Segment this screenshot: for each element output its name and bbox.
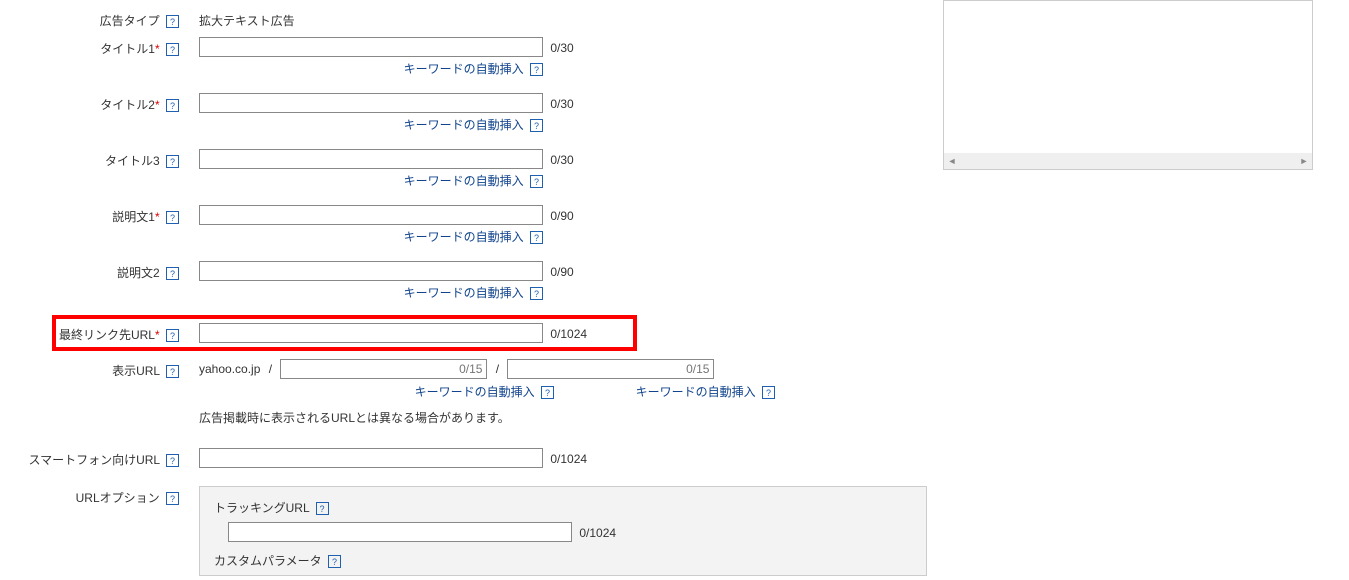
- desc1-row: 説明文1* ? 0/90 キーワードの自動挿入 ?: [0, 201, 940, 257]
- help-icon[interactable]: ?: [316, 502, 329, 515]
- title2-label: タイトル2: [100, 98, 155, 112]
- title1-input[interactable]: [199, 37, 543, 57]
- title1-counter: 0/30: [546, 41, 573, 55]
- title1-row: タイトル1* ? 0/30 キーワードの自動挿入 ?: [0, 33, 940, 89]
- desc1-counter: 0/90: [546, 209, 573, 223]
- keyword-insert-link[interactable]: キーワードの自動挿入: [404, 230, 524, 244]
- smartphone-url-label: スマートフォン向けURL: [28, 453, 159, 467]
- help-icon[interactable]: ?: [530, 63, 543, 76]
- ad-type-value: 拡大テキスト広告: [199, 9, 940, 29]
- scroll-right-icon[interactable]: ►: [1296, 153, 1312, 169]
- keyword-insert-link[interactable]: キーワードの自動挿入: [636, 385, 756, 399]
- slash-separator: /: [496, 362, 499, 376]
- url-options-panel: トラッキングURL ? 0/1024 カスタムパラメータ ?: [199, 486, 927, 576]
- help-icon[interactable]: ?: [166, 43, 179, 56]
- url-options-row: URLオプション ? トラッキングURL ? 0/1024 カスタムパラメータ …: [0, 482, 940, 580]
- desc2-counter: 0/90: [546, 265, 573, 279]
- help-icon[interactable]: ?: [530, 231, 543, 244]
- smartphone-url-row: スマートフォン向けURL ? 0/1024: [0, 444, 940, 472]
- display-url-row: 表示URL ? yahoo.co.jp / / キーワードの自動挿入 ? キーワ…: [0, 355, 940, 432]
- ad-type-label: 広告タイプ ?: [0, 9, 185, 29]
- help-icon[interactable]: ?: [166, 155, 179, 168]
- help-icon[interactable]: ?: [328, 555, 341, 568]
- desc1-label: 説明文1: [112, 210, 155, 224]
- required-mark: *: [155, 42, 160, 56]
- help-icon[interactable]: ?: [166, 329, 179, 342]
- keyword-insert-link[interactable]: キーワードの自動挿入: [404, 118, 524, 132]
- keyword-insert-link[interactable]: キーワードの自動挿入: [404, 174, 524, 188]
- title2-counter: 0/30: [546, 97, 573, 111]
- preview-scrollbar[interactable]: ◄ ►: [944, 153, 1312, 169]
- tracking-url-input[interactable]: [228, 522, 572, 542]
- required-mark: *: [155, 98, 160, 112]
- title3-counter: 0/30: [546, 153, 573, 167]
- custom-param-label: カスタムパラメータ: [214, 554, 322, 568]
- final-url-label: 最終リンク先URL: [59, 328, 155, 342]
- help-icon[interactable]: ?: [166, 492, 179, 505]
- help-icon[interactable]: ?: [166, 15, 179, 28]
- required-mark: *: [155, 328, 160, 342]
- scroll-left-icon[interactable]: ◄: [944, 153, 960, 169]
- title2-row: タイトル2* ? 0/30 キーワードの自動挿入 ?: [0, 89, 940, 145]
- display-url-path1-input[interactable]: [280, 359, 487, 379]
- help-icon[interactable]: ?: [166, 365, 179, 378]
- required-mark: *: [155, 210, 160, 224]
- display-url-path2-input[interactable]: [507, 359, 714, 379]
- help-icon[interactable]: ?: [530, 287, 543, 300]
- help-icon[interactable]: ?: [530, 119, 543, 132]
- title3-label: タイトル3: [105, 154, 160, 168]
- smartphone-url-input[interactable]: [199, 448, 543, 468]
- url-options-label: URLオプション: [76, 491, 160, 505]
- display-url-label: 表示URL: [112, 364, 160, 378]
- title2-input[interactable]: [199, 93, 543, 113]
- display-url-note: 広告掲載時に表示されるURLとは異なる場合があります。: [199, 408, 940, 428]
- ad-type-row: 広告タイプ ? 拡大テキスト広告: [0, 5, 940, 33]
- smartphone-url-counter: 0/1024: [546, 452, 587, 466]
- help-icon[interactable]: ?: [166, 211, 179, 224]
- help-icon[interactable]: ?: [166, 267, 179, 280]
- display-url-domain: yahoo.co.jp: [199, 362, 260, 376]
- help-icon[interactable]: ?: [541, 386, 554, 399]
- help-icon[interactable]: ?: [530, 175, 543, 188]
- keyword-insert-link[interactable]: キーワードの自動挿入: [404, 62, 524, 76]
- title3-input[interactable]: [199, 149, 543, 169]
- help-icon[interactable]: ?: [166, 99, 179, 112]
- help-icon[interactable]: ?: [762, 386, 775, 399]
- desc1-input[interactable]: [199, 205, 543, 225]
- preview-panel: ◄ ►: [943, 0, 1313, 170]
- desc2-label: 説明文2: [117, 266, 160, 280]
- keyword-insert-link[interactable]: キーワードの自動挿入: [404, 286, 524, 300]
- desc2-input[interactable]: [199, 261, 543, 281]
- tracking-url-label: トラッキングURL: [214, 501, 309, 515]
- slash-separator: /: [269, 362, 272, 376]
- final-url-input[interactable]: [199, 323, 543, 343]
- desc2-row: 説明文2 ? 0/90 キーワードの自動挿入 ?: [0, 257, 940, 313]
- help-icon[interactable]: ?: [166, 454, 179, 467]
- final-url-highlight: 最終リンク先URL* ? 0/1024: [52, 315, 637, 351]
- keyword-insert-link[interactable]: キーワードの自動挿入: [415, 385, 535, 399]
- title3-row: タイトル3 ? 0/30 キーワードの自動挿入 ?: [0, 145, 940, 201]
- final-url-counter: 0/1024: [546, 327, 587, 341]
- title1-label: タイトル1: [100, 42, 155, 56]
- tracking-url-counter: 0/1024: [575, 526, 616, 540]
